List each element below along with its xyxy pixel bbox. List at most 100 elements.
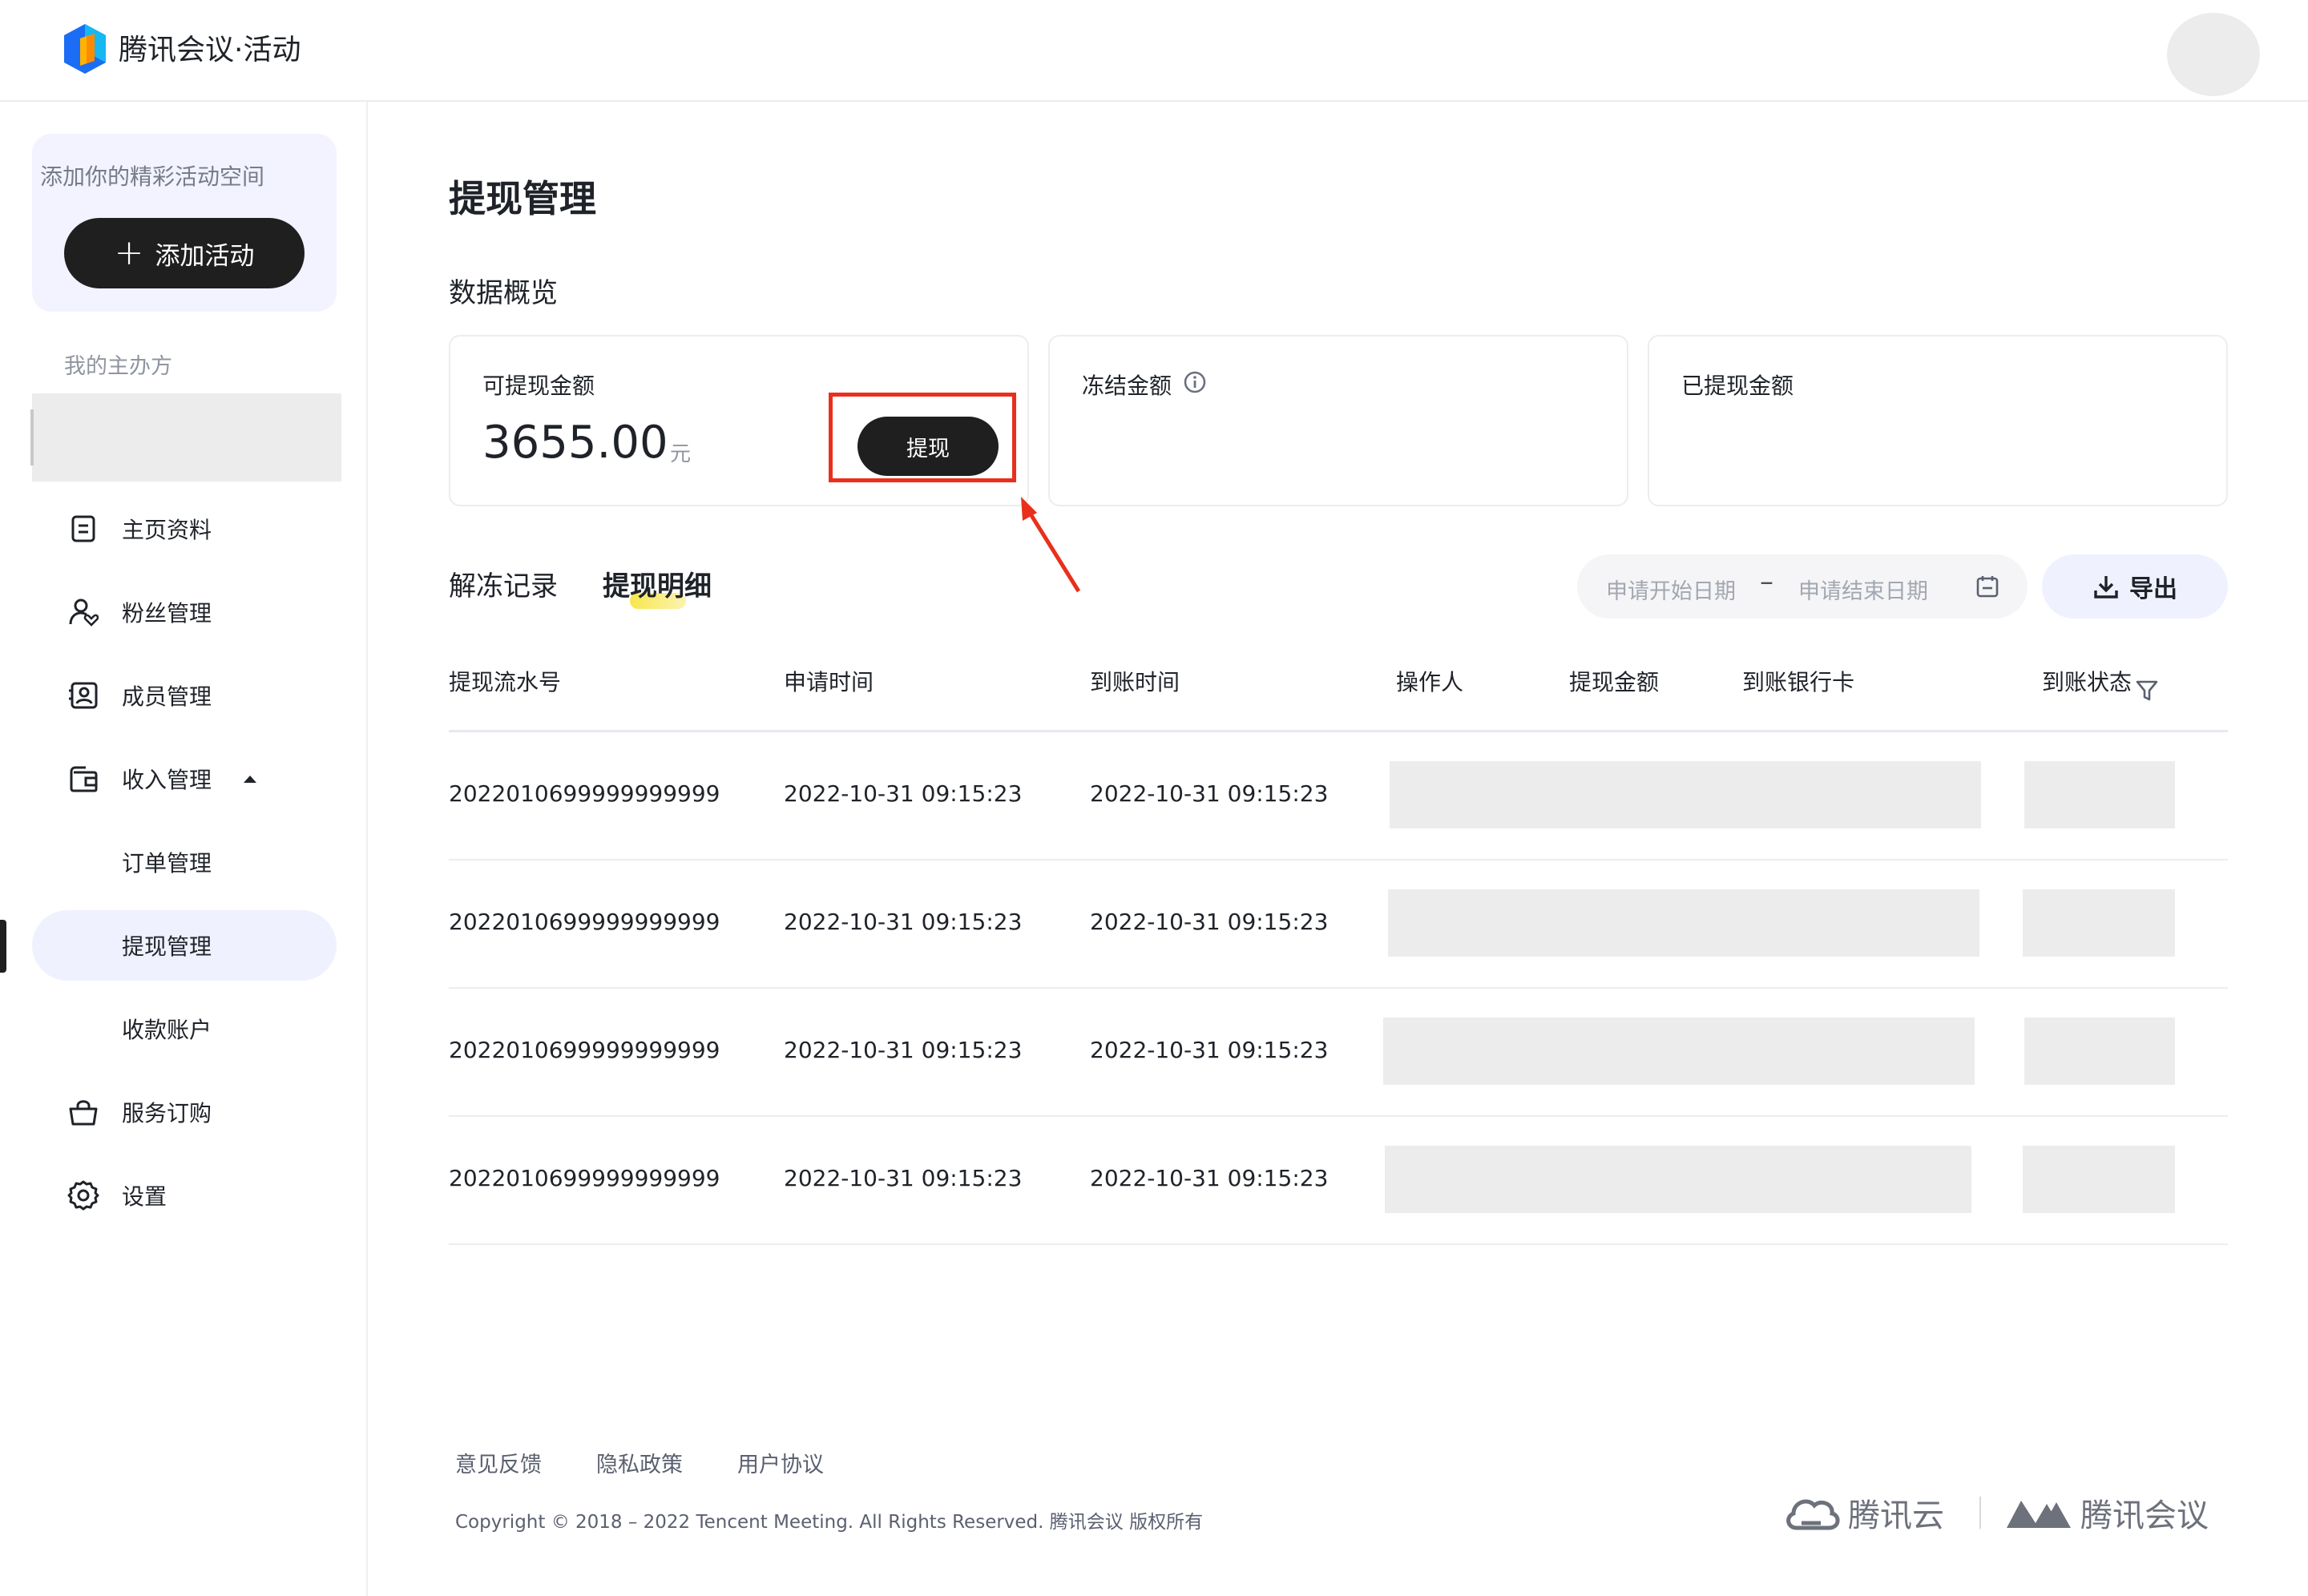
column-header-status: 到账状态 — [2042, 669, 2132, 695]
organizer-card[interactable] — [32, 393, 341, 482]
withdrawn-amount-label: 已提现金额 — [1681, 373, 1794, 399]
date-range-separator: – — [1760, 566, 1773, 598]
user-heart-icon — [67, 596, 99, 628]
sidebar-item-withdraw[interactable]: 提现管理 — [32, 910, 337, 981]
table-row[interactable]: 2022010699999999999 2022-10-31 09:15:23 … — [449, 860, 2228, 989]
sidebar-item-profile[interactable]: 主页资料 — [32, 494, 337, 564]
cell-serial: 2022010699999999999 — [449, 909, 720, 935]
redacted-status-block — [2024, 1018, 2175, 1085]
avatar[interactable] — [2167, 13, 2260, 96]
sidebar-item-label: 收入管理 — [122, 767, 212, 793]
cell-serial: 2022010699999999999 — [449, 780, 720, 807]
sidebar-item-label: 服务订购 — [122, 1100, 212, 1126]
export-label: 导出 — [2129, 575, 2177, 603]
footer-logo-divider — [1979, 1497, 1981, 1529]
column-header-arrival-time: 到账时间 — [1090, 669, 1180, 695]
footer-link-privacy[interactable]: 隐私政策 — [596, 1447, 683, 1478]
sidebar-item-label: 收款账户 — [122, 1017, 212, 1043]
date-range-picker[interactable]: 申请开始日期 – 申请结束日期 — [1577, 554, 2028, 619]
calendar-icon[interactable] — [1975, 574, 2000, 599]
sidebar-item-orders[interactable]: 订单管理 — [32, 827, 337, 897]
annotation-arrow-icon — [1021, 497, 1081, 593]
filter-icon[interactable] — [2135, 679, 2159, 703]
available-amount-label: 可提现金额 — [482, 373, 595, 399]
section-title-overview: 数据概览 — [449, 277, 558, 309]
cell-arrival-time: 2022-10-31 09:15:23 — [1090, 1165, 1329, 1191]
column-header-operator: 操作人 — [1396, 669, 1464, 695]
sidebar-item-service-subscription[interactable]: 服务订购 — [32, 1077, 337, 1147]
cell-apply-time: 2022-10-31 09:15:23 — [784, 909, 1023, 935]
withdrawn-amount-card: 已提现金额 — [1648, 335, 2228, 506]
sidebar-item-label: 订单管理 — [122, 850, 212, 877]
sidebar-item-settings[interactable]: 设置 — [32, 1160, 337, 1231]
sidebar-item-label: 成员管理 — [122, 683, 212, 710]
add-activity-label: 添加活动 — [155, 241, 255, 271]
download-icon — [2094, 576, 2118, 598]
tencent-meeting-logo-icon[interactable] — [63, 22, 107, 75]
cloud-icon — [1786, 1499, 1840, 1530]
redacted-cell-block — [1383, 1018, 1975, 1085]
app-title[interactable]: 腾讯会议·活动 — [119, 30, 301, 71]
gear-icon — [67, 1179, 99, 1211]
top-bar: 腾讯会议·活动 — [0, 0, 2308, 102]
sidebar-item-payee-account[interactable]: 收款账户 — [32, 993, 337, 1064]
plus-icon: + — [114, 232, 144, 273]
info-icon[interactable] — [1183, 370, 1207, 394]
redacted-status-block — [2024, 761, 2175, 828]
copyright-text: Copyright © 2018 – 2022 Tencent Meeting.… — [455, 1512, 1204, 1533]
organizer-label: 我的主办方 — [64, 354, 172, 379]
cell-serial: 2022010699999999999 — [449, 1165, 720, 1191]
table-row[interactable]: 2022010699999999999 2022-10-31 09:15:23 … — [449, 732, 2228, 860]
cell-serial: 2022010699999999999 — [449, 1037, 720, 1063]
column-header-amount: 提现金额 — [1569, 669, 1660, 695]
tencent-meeting-label: 腾讯会议 — [2080, 1497, 2209, 1534]
member-card-icon — [67, 679, 99, 711]
add-activity-button[interactable]: + 添加活动 — [64, 218, 305, 288]
shopping-bag-icon — [67, 1096, 99, 1128]
cell-apply-time: 2022-10-31 09:15:23 — [784, 1037, 1023, 1063]
frozen-amount-card: 冻结金额 — [1048, 335, 1628, 506]
export-button[interactable]: 导出 — [2042, 554, 2228, 619]
frozen-amount-label: 冻结金额 — [1082, 373, 1172, 399]
organizer-card-marker — [30, 409, 34, 466]
page-title: 提现管理 — [449, 177, 596, 220]
column-header-bank-card: 到账银行卡 — [1742, 669, 1855, 695]
wallet-icon — [67, 763, 99, 795]
sidebar-item-label: 主页资料 — [122, 517, 212, 543]
start-date-input[interactable]: 申请开始日期 — [1606, 574, 1736, 605]
cell-arrival-time: 2022-10-31 09:15:23 — [1090, 780, 1329, 807]
tencent-cloud-logo[interactable]: 腾讯云 — [1782, 1489, 1944, 1537]
redacted-cell-block — [1385, 1146, 1971, 1213]
annotation-highlight-box — [829, 393, 1016, 482]
end-date-input[interactable]: 申请结束日期 — [1798, 574, 1928, 605]
cell-arrival-time: 2022-10-31 09:15:23 — [1090, 1037, 1329, 1063]
tab-withdraw-details[interactable]: 提现明细 — [603, 564, 712, 603]
sidebar-item-label: 提现管理 — [122, 933, 212, 960]
meeting-logo-icon — [2007, 1501, 2071, 1528]
sidebar-item-label: 设置 — [122, 1183, 167, 1210]
footer-logos: 腾讯云 腾讯会议 — [1782, 1489, 2231, 1537]
available-amount-value: 3655.00 — [482, 417, 668, 469]
sidebar-item-income[interactable]: 收入管理 — [32, 744, 337, 814]
table-row[interactable]: 2022010699999999999 2022-10-31 09:15:23 … — [449, 989, 2228, 1117]
promo-text: 添加你的精彩活动空间 — [40, 163, 265, 190]
sidebar: 添加你的精彩活动空间 + 添加活动 我的主办方 主页资料 粉丝管理 成员管理 收… — [0, 102, 368, 1596]
tencent-cloud-label: 腾讯云 — [1848, 1497, 1944, 1534]
redacted-cell-block — [1390, 761, 1981, 828]
footer-link-terms[interactable]: 用户协议 — [737, 1447, 824, 1478]
active-nav-indicator — [0, 920, 6, 973]
cell-arrival-time: 2022-10-31 09:15:23 — [1090, 909, 1329, 935]
sidebar-item-fans[interactable]: 粉丝管理 — [32, 577, 337, 647]
footer-link-feedback[interactable]: 意见反馈 — [455, 1447, 542, 1478]
caret-up-icon[interactable] — [242, 772, 258, 788]
table-row[interactable]: 2022010699999999999 2022-10-31 09:15:23 … — [449, 1117, 2228, 1245]
sidebar-item-members[interactable]: 成员管理 — [32, 660, 337, 731]
cell-apply-time: 2022-10-31 09:15:23 — [784, 1165, 1023, 1191]
tab-unfreeze-records[interactable]: 解冻记录 — [449, 564, 558, 603]
redacted-cell-block — [1388, 889, 1979, 957]
sidebar-item-label: 粉丝管理 — [122, 600, 212, 627]
tencent-meeting-logo[interactable]: 腾讯会议 — [2003, 1489, 2209, 1537]
document-icon — [67, 513, 99, 545]
redacted-status-block — [2023, 889, 2175, 957]
column-header-serial: 提现流水号 — [449, 669, 562, 695]
